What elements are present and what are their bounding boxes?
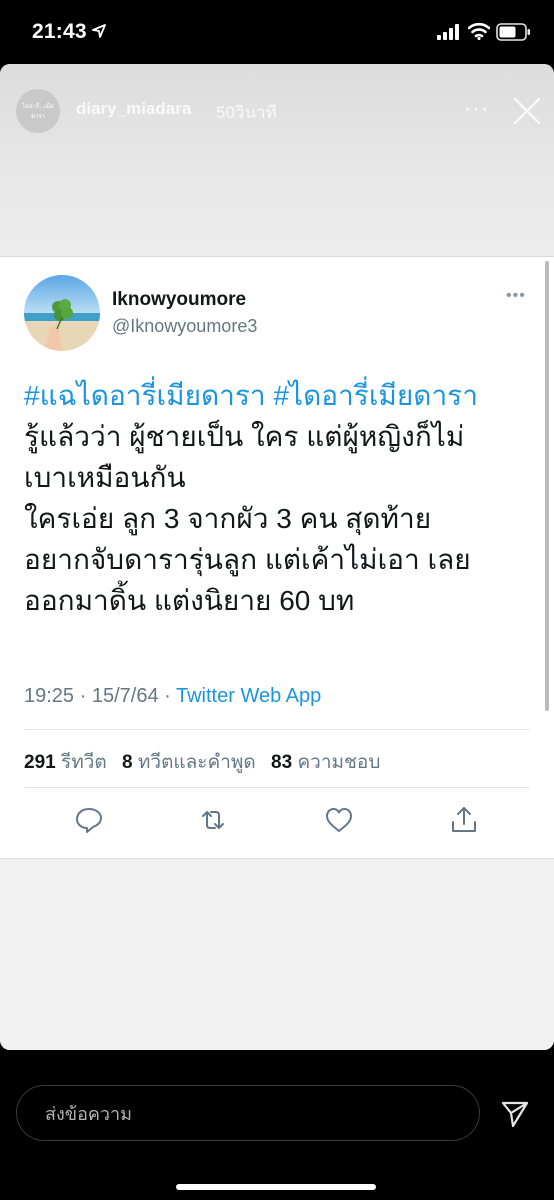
hashtag-line: #แฉไดอารี่เมียดารา #ไดอารี่เมียดารา [24,375,539,416]
likes-label: ความชอบ [297,752,381,773]
tweet-avatar[interactable] [24,275,100,351]
tweet-text: #แฉไดอารี่เมียดารา #ไดอารี่เมียดารา รู้แ… [24,375,539,621]
quotes-stat[interactable]: 8 ทวีตและคำพูด [122,752,256,773]
send-message-placeholder: ส่งข้อความ [45,1103,133,1124]
retweets-label: รีทวีต [60,752,107,773]
likes-count: 83 [271,752,293,773]
tweet-more-icon[interactable]: ••• [506,287,526,305]
tweet-text-line: อยากจับดารารุ่นลูก แต่เค้าไม่เอา เลย [24,544,471,575]
tweet-handle[interactable]: @Iknowyoumore3 [112,316,257,337]
retweet-icon[interactable] [198,805,228,835]
tweet-stats: 291 รีทวีต 8 ทวีตและคำพูด 83 ความชอบ [24,747,390,777]
tweet-time: 19:25 [24,685,75,707]
tweet-text-line: ใครเอ่ย ลูก 3 จากผัว 3 คน สุดท้าย [24,503,432,534]
like-icon[interactable] [324,805,354,835]
home-indicator[interactable] [176,1184,376,1190]
tweet-source-link[interactable]: Twitter Web App [176,685,321,707]
story-time-ago: 50วินาที [216,103,277,122]
send-icon[interactable] [500,1099,530,1129]
story-avatar[interactable]: ไดอารี่...เมียดารา [16,89,60,133]
send-message-input[interactable]: ส่งข้อความ [16,1085,480,1141]
story-lower-area [0,858,554,1050]
status-bar: 21:43 [0,0,554,66]
tweet-metadata: 19:25 · 15/7/64 · Twitter Web App [24,685,321,708]
divider [24,787,530,788]
story-header: ไดอารี่...เมียดารา diary_miadara 50วินาท… [0,64,554,256]
tweet-text-line: ออกมาดิ้น แต่งนิยาย 60 บท [24,585,355,616]
retweets-count: 291 [24,752,56,773]
reply-icon[interactable] [74,805,104,835]
meta-separator: · [74,685,92,707]
beach-clover-image [24,275,100,351]
status-time: 21:43 [32,20,87,43]
retweets-stat[interactable]: 291 รีทวีต [24,752,107,773]
hashtag-link[interactable]: #แฉไดอารี่เมียดารา [24,380,266,411]
divider [24,729,530,730]
quotes-label: ทวีตและคำพูด [137,752,256,773]
story-username[interactable]: diary_miadara [76,99,191,119]
scroll-indicator [545,261,549,711]
location-arrow-icon [92,24,106,38]
tweet-date: 15/7/64 [91,685,159,707]
quotes-count: 8 [122,752,133,773]
hashtag-link[interactable]: #ไดอารี่เมียดารา [273,380,478,411]
wifi-icon [468,22,490,40]
battery-icon [496,23,530,41]
story-card: ไดอารี่...เมียดารา diary_miadara 50วินาท… [0,64,554,1050]
tweet-actions [0,805,554,845]
close-icon[interactable] [512,96,542,126]
tweet-text-line: เบาเหมือนกัน [24,462,186,493]
share-icon[interactable] [449,805,479,835]
tweet-card: Iknowyoumore @Iknowyoumore3 ••• #แฉไดอาร… [0,256,554,859]
likes-stat[interactable]: 83 ความชอบ [271,752,380,773]
cellular-signal-icon [437,24,459,40]
more-options-icon[interactable]: ··· [464,98,490,121]
story-avatar-text: ไดอารี่...เมียดารา [22,104,54,120]
tweet-display-name[interactable]: Iknowyoumore [112,289,246,311]
meta-separator: · [158,685,176,707]
tweet-text-line: รู้แล้วว่า ผู้ชายเป็น ใคร แต่ผู้หญิงก็ไม… [24,421,465,452]
